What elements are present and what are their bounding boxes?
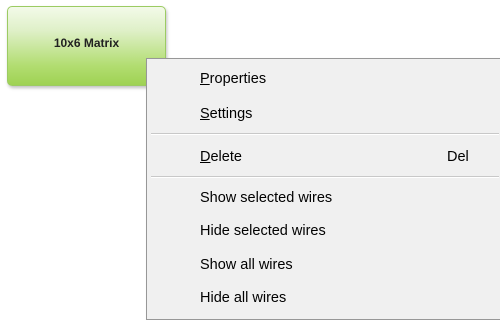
node-title: 10x6 Matrix	[53, 36, 120, 50]
menu-item-show-all-wires[interactable]: Show all wires	[200, 255, 293, 275]
menu-item-show-selected-wires[interactable]: Show selected wires	[200, 188, 332, 208]
menu-item-delete[interactable]: Delete	[200, 147, 242, 167]
properties-accelerator: P	[200, 71, 210, 87]
context-menu: Properties Settings Delete Del Show sele…	[146, 58, 500, 320]
matrix-node[interactable]: 10x6 Matrix	[7, 6, 166, 86]
menu-item-hide-selected-wires[interactable]: Hide selected wires	[200, 221, 326, 241]
delete-accelerator: D	[200, 149, 211, 165]
menu-item-settings[interactable]: Settings	[200, 104, 252, 124]
delete-shortcut: Del	[447, 149, 469, 165]
menu-item-properties[interactable]: Properties	[200, 69, 266, 89]
menu-separator	[151, 176, 499, 178]
properties-label: roperties	[209, 71, 267, 87]
menu-item-hide-all-wires[interactable]: Hide all wires	[200, 288, 286, 308]
delete-label: elete	[210, 149, 242, 165]
menu-separator	[151, 133, 499, 135]
settings-label: ettings	[209, 106, 253, 122]
settings-accelerator: S	[200, 106, 210, 122]
